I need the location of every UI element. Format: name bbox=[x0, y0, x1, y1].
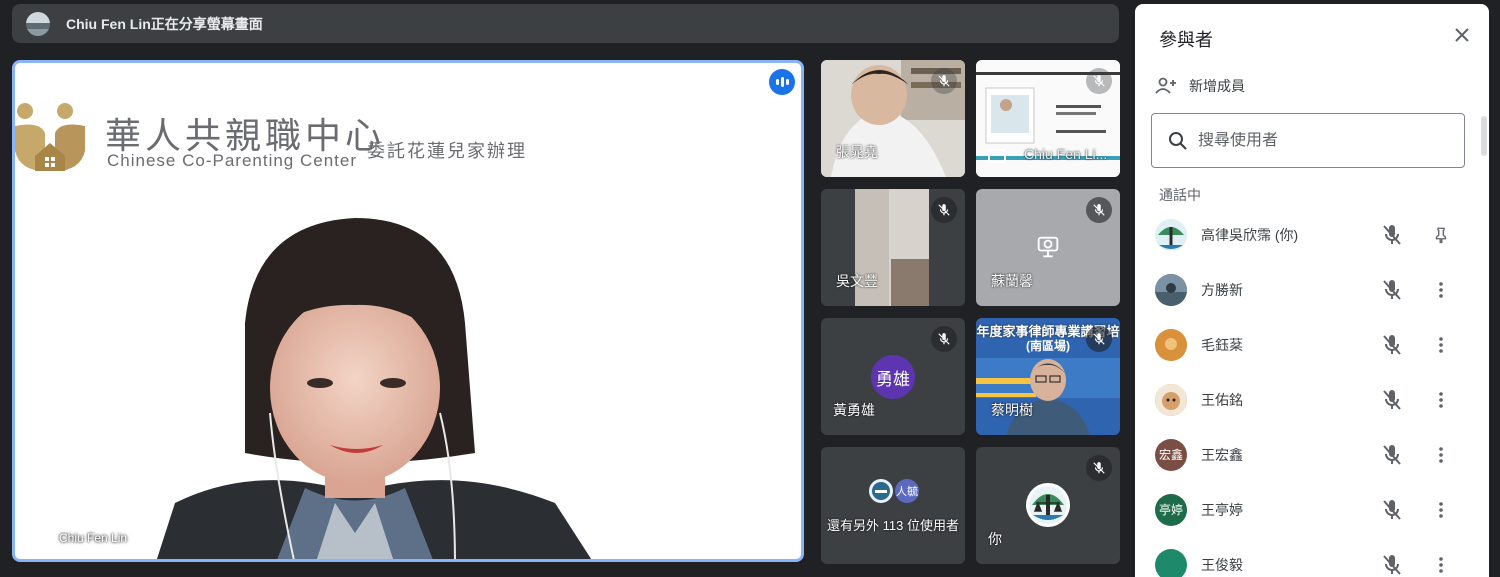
pin-button[interactable] bbox=[1429, 223, 1453, 247]
search-box[interactable] bbox=[1151, 113, 1465, 168]
more-options-button[interactable] bbox=[1429, 388, 1453, 412]
org-logo bbox=[15, 103, 85, 171]
muted-icon bbox=[931, 326, 957, 352]
participant-row[interactable]: 方勝新 bbox=[1135, 262, 1489, 317]
presenter-name: Chiu Fen Lin bbox=[59, 531, 128, 545]
more-vert-icon bbox=[1439, 282, 1443, 298]
participant-name: 黃勇雄 bbox=[833, 402, 875, 418]
participant-avatar: 亭婷 bbox=[1155, 493, 1187, 526]
panel-title: 參與者 bbox=[1159, 30, 1213, 50]
presenter-tile[interactable]: 華人共親職中心 Chinese Co-Parenting Center 委託花蓮… bbox=[12, 60, 804, 562]
more-participants-tile[interactable]: 人毓 還有另外 113 位使用者 bbox=[821, 447, 965, 564]
participant-avatar bbox=[1155, 218, 1187, 251]
more-vert-icon bbox=[1439, 557, 1443, 573]
participant-name: 你 bbox=[988, 531, 1002, 547]
search-input[interactable] bbox=[1198, 131, 1438, 150]
presentation-banner: Chiu Fen Lin正在分享螢幕畫面 bbox=[12, 4, 1119, 43]
participant-avatar bbox=[1155, 328, 1187, 361]
search-icon bbox=[1169, 131, 1187, 150]
participant-avatar bbox=[867, 477, 895, 505]
participant-avatar: 人毓 bbox=[893, 477, 921, 505]
muted-icon bbox=[931, 68, 957, 94]
org-note: 委託花蓮兒家辦理 bbox=[367, 141, 527, 161]
participant-name: 張晁堯 bbox=[836, 144, 878, 160]
mic-off-icon bbox=[1383, 390, 1401, 410]
speaking-indicator-icon bbox=[769, 69, 795, 95]
more-vert-icon bbox=[1439, 337, 1443, 353]
participant-row[interactable]: 宏鑫 王宏鑫 bbox=[1135, 427, 1489, 482]
participant-row[interactable]: 亭婷 王亭婷 bbox=[1135, 482, 1489, 537]
participant-name: 蘇蘭馨 bbox=[991, 273, 1033, 289]
present-screen-icon bbox=[988, 149, 1006, 163]
participant-name: Chiu Fen Li... bbox=[1024, 146, 1108, 162]
more-options-button[interactable] bbox=[1429, 443, 1453, 467]
mic-off-icon bbox=[1383, 445, 1401, 465]
self-tile[interactable]: 你 bbox=[976, 447, 1120, 564]
participant-name: 蔡明樹 bbox=[991, 402, 1033, 418]
participant-row[interactable]: 王俊毅 bbox=[1135, 537, 1489, 577]
in-call-section-label: 通話中 bbox=[1159, 187, 1201, 203]
participant-name: 吳文豐 bbox=[836, 273, 878, 289]
more-participants-label: 還有另外 113 位使用者 bbox=[827, 518, 959, 533]
participant-avatar: 勇雄 bbox=[871, 355, 915, 399]
muted-icon bbox=[1086, 197, 1112, 223]
participant-row[interactable]: 高律吳欣霈 (你) bbox=[1135, 207, 1489, 262]
more-options-button[interactable] bbox=[1429, 278, 1453, 302]
panel-scrollbar[interactable] bbox=[1481, 116, 1487, 156]
close-panel-button[interactable] bbox=[1449, 22, 1475, 48]
banner-text: Chiu Fen Lin正在分享螢幕畫面 bbox=[66, 15, 263, 32]
participant-list: 高律吳欣霈 (你) 方勝新 毛鈺棻 王佑銘 宏鑫 王宏鑫 亭婷 王亭婷 王俊毅 bbox=[1135, 207, 1489, 577]
more-options-button[interactable] bbox=[1429, 498, 1453, 522]
participant-avatar bbox=[1155, 383, 1187, 416]
muted-icon bbox=[1086, 68, 1112, 94]
more-vert-icon bbox=[1439, 392, 1443, 408]
more-options-button[interactable] bbox=[1429, 333, 1453, 357]
camera-off-icon bbox=[1037, 236, 1059, 258]
muted-icon bbox=[931, 197, 957, 223]
add-member-button[interactable]: 新增成員 bbox=[1155, 76, 1245, 96]
muted-icon bbox=[1086, 455, 1112, 481]
participant-tile[interactable]: 勇雄 黃勇雄 bbox=[821, 318, 965, 435]
participant-tile[interactable]: 年度家事律師專業講習培 (南區場) 蔡明樹 bbox=[976, 318, 1120, 435]
mic-off-icon bbox=[1383, 555, 1401, 575]
self-avatar bbox=[1026, 483, 1070, 527]
more-vert-icon bbox=[1439, 502, 1443, 518]
participant-tile[interactable]: 張晁堯 bbox=[821, 60, 965, 177]
mic-off-icon bbox=[1383, 225, 1401, 245]
add-person-icon bbox=[1155, 77, 1176, 94]
muted-icon bbox=[1086, 326, 1112, 352]
more-options-button[interactable] bbox=[1429, 553, 1453, 577]
pin-icon bbox=[1435, 227, 1447, 244]
participants-panel: 參與者 新增成員 通話中 bbox=[1135, 4, 1489, 577]
mic-off-icon bbox=[1383, 280, 1401, 300]
presenter-avatar bbox=[26, 11, 50, 36]
participant-avatar bbox=[1155, 273, 1187, 306]
participant-row[interactable]: 王佑銘 bbox=[1135, 372, 1489, 427]
participant-tile[interactable]: 蘇蘭馨 bbox=[976, 189, 1120, 306]
participant-avatar: 宏鑫 bbox=[1155, 438, 1187, 471]
more-vert-icon bbox=[1439, 447, 1443, 463]
add-member-label: 新增成員 bbox=[1189, 78, 1245, 94]
participant-tile[interactable]: Chiu Fen Li... bbox=[976, 60, 1120, 177]
meet-window: Chiu Fen Lin正在分享螢幕畫面 華人共親職中心 Chinese Co-… bbox=[0, 0, 1500, 577]
close-icon bbox=[1455, 28, 1469, 42]
participant-row[interactable]: 毛鈺棻 bbox=[1135, 317, 1489, 372]
mic-off-icon bbox=[1383, 335, 1401, 355]
org-subtitle: Chinese Co-Parenting Center bbox=[107, 151, 358, 170]
mic-off-icon bbox=[1383, 500, 1401, 520]
participant-avatar bbox=[1155, 548, 1187, 577]
participant-tile[interactable]: 吳文豐 bbox=[821, 189, 965, 306]
presenter-video bbox=[156, 218, 592, 559]
